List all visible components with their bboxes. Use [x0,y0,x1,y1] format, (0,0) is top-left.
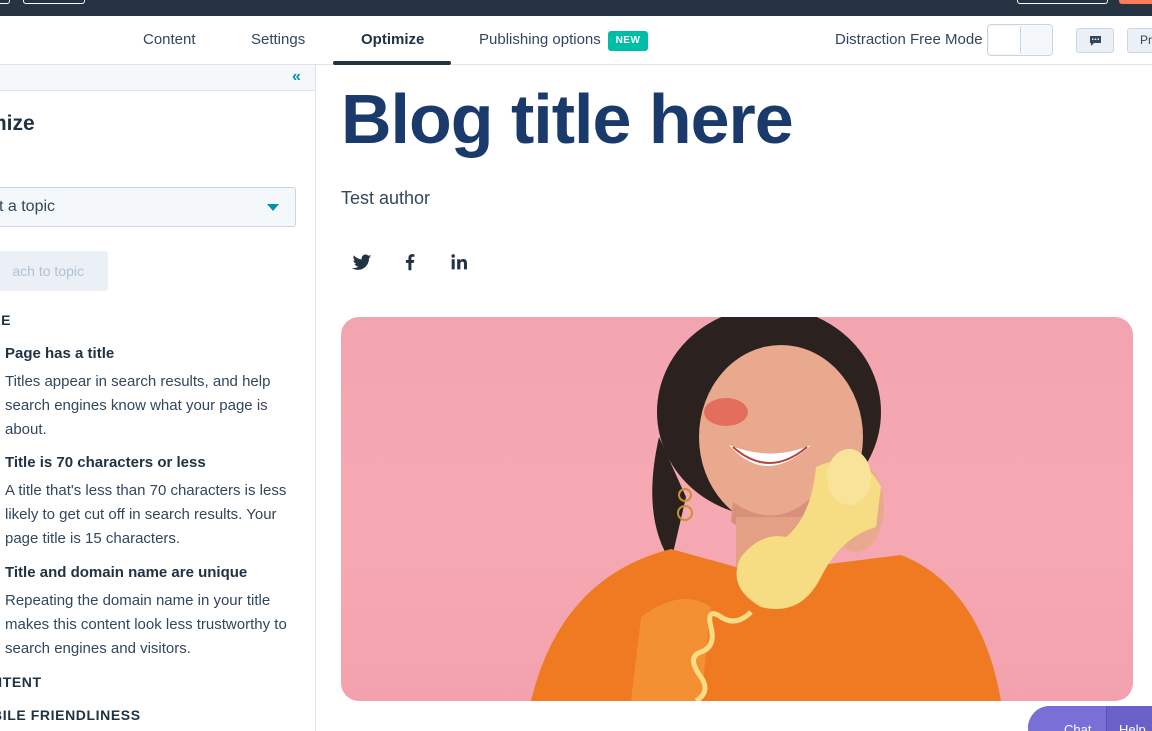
rule-title: Title is 70 characters or less [5,454,206,471]
distraction-free-label: Distraction Free Mode [835,31,983,48]
featured-image[interactable] [341,317,1133,701]
rule-title: Title and domain name are unique [5,564,248,581]
rule-title: Page has a title [5,345,115,362]
caret-down-icon [267,204,279,211]
twitter-icon[interactable] [351,251,373,273]
editor-nav: Content Settings Optimize Publishing opt… [0,16,1152,65]
topic-select[interactable]: ct a topic [0,187,296,227]
tab-settings[interactable]: Settings [251,16,305,65]
linkedin-icon[interactable] [448,251,470,273]
top-app-bar [0,0,1152,16]
section-mobile-heading[interactable]: BILE FRIENDLINESS [0,707,141,723]
sidebar-header: « [0,65,315,91]
rule-description: A title that's less than 70 characters i… [5,482,287,547]
chat-widget[interactable]: Chat Help [1028,706,1152,731]
publish-button[interactable] [1119,0,1152,4]
tab-optimize[interactable]: Optimize [361,16,424,65]
tab-content[interactable]: Content [143,16,196,65]
back-button[interactable] [0,0,10,4]
collapse-sidebar-icon[interactable]: « [292,69,306,85]
attach-to-topic-button[interactable]: ach to topic [0,251,108,291]
save-button[interactable] [1017,0,1108,4]
rule-description: Repeating the domain name in your title … [5,592,287,657]
rule-description: Titles appear in search results, and hel… [5,373,271,438]
topic-select-value: ct a topic [0,198,56,215]
comments-button[interactable] [1076,28,1114,53]
help-button[interactable]: Help [1106,706,1152,731]
chat-button[interactable]: Chat [1028,706,1106,731]
help-label: Help [1119,722,1146,731]
section-title-heading[interactable]: LE [0,312,11,328]
chat-label: Chat [1064,722,1092,731]
new-badge: NEW [608,31,648,51]
blog-title[interactable]: Blog title here [341,79,794,159]
toggle-knob [989,26,1021,54]
sidebar-title: mize [0,112,35,135]
facebook-icon[interactable] [399,251,421,273]
preview-button[interactable]: Pr [1127,28,1152,53]
woman-on-phone-illustration [531,317,1001,701]
comment-icon [1090,36,1101,46]
section-content-heading[interactable]: NTENT [0,674,42,690]
exit-button[interactable] [23,0,85,4]
optimize-sidebar: « mize ct a topic ach to topic LE Page h… [0,65,316,731]
distraction-free-toggle[interactable] [987,24,1053,56]
blog-author[interactable]: Test author [341,188,430,209]
tab-publishing-options[interactable]: Publishing options [479,16,601,65]
editor-canvas: Blog title here Test author [317,65,1152,731]
